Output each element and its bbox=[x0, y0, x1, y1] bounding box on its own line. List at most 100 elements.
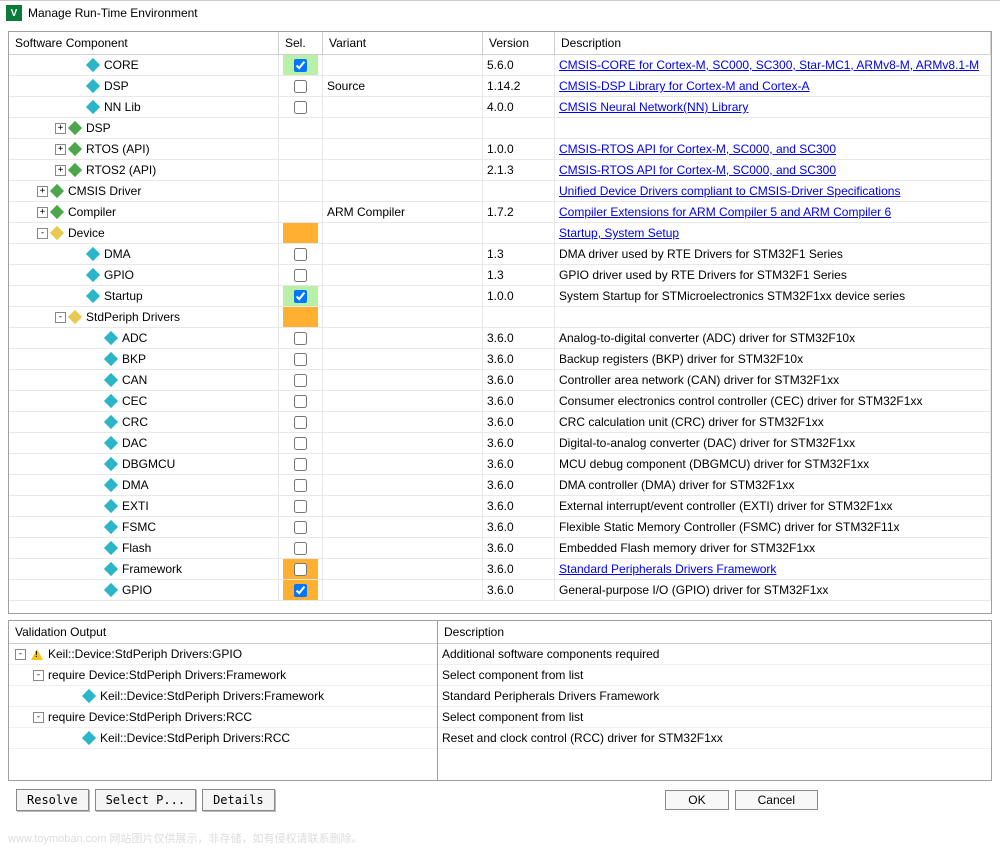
select-checkbox[interactable] bbox=[294, 500, 307, 513]
grid-body[interactable]: CORE5.6.0CMSIS-CORE for Cortex-M, SC000,… bbox=[9, 55, 991, 613]
component-row[interactable]: Flash3.6.0Embedded Flash memory driver f… bbox=[9, 538, 991, 559]
expand-icon[interactable]: + bbox=[55, 165, 66, 176]
variant-cell bbox=[323, 349, 483, 369]
component-row[interactable]: CEC3.6.0Consumer electronics control con… bbox=[9, 391, 991, 412]
select-checkbox[interactable] bbox=[294, 479, 307, 492]
component-row[interactable]: CRC3.6.0CRC calculation unit (CRC) drive… bbox=[9, 412, 991, 433]
cancel-button[interactable]: Cancel bbox=[735, 790, 818, 810]
variant-cell: ARM Compiler bbox=[323, 202, 483, 222]
component-icon bbox=[68, 142, 82, 156]
component-name: DSP bbox=[86, 121, 111, 135]
select-checkbox[interactable] bbox=[294, 542, 307, 555]
select-checkbox[interactable] bbox=[294, 437, 307, 450]
component-row[interactable]: GPIO3.6.0General-purpose I/O (GPIO) driv… bbox=[9, 580, 991, 601]
component-row[interactable]: +RTOS (API)1.0.0CMSIS-RTOS API for Corte… bbox=[9, 139, 991, 160]
component-row[interactable]: GPIO1.3GPIO driver used by RTE Drivers f… bbox=[9, 265, 991, 286]
expand-icon[interactable]: + bbox=[55, 123, 66, 134]
description-link[interactable]: CMSIS-RTOS API for Cortex-M, SC000, and … bbox=[559, 142, 836, 156]
component-row[interactable]: +CompilerARM Compiler1.7.2Compiler Exten… bbox=[9, 202, 991, 223]
component-row[interactable]: -StdPeriph Drivers bbox=[9, 307, 991, 328]
description-link[interactable]: Startup, System Setup bbox=[559, 226, 679, 240]
col-header-version[interactable]: Version bbox=[483, 32, 555, 54]
component-icon bbox=[104, 583, 118, 597]
ok-button[interactable]: OK bbox=[665, 790, 728, 810]
select-checkbox[interactable] bbox=[294, 59, 307, 72]
description-link[interactable]: Standard Peripherals Drivers Framework bbox=[559, 562, 776, 576]
select-checkbox[interactable] bbox=[294, 353, 307, 366]
validation-row[interactable]: Keil::Device:StdPeriph Drivers:RCC bbox=[9, 728, 437, 749]
select-checkbox[interactable] bbox=[294, 269, 307, 282]
component-icon bbox=[86, 58, 100, 72]
expand-icon[interactable]: + bbox=[55, 144, 66, 155]
col-header-variant[interactable]: Variant bbox=[323, 32, 483, 54]
col-header-description[interactable]: Description bbox=[555, 32, 991, 54]
collapse-icon[interactable]: - bbox=[33, 712, 44, 723]
component-row[interactable]: +CMSIS DriverUnified Device Drivers comp… bbox=[9, 181, 991, 202]
component-row[interactable]: -DeviceStartup, System Setup bbox=[9, 223, 991, 244]
component-row[interactable]: Framework3.6.0Standard Peripherals Drive… bbox=[9, 559, 991, 580]
component-row[interactable]: +RTOS2 (API)2.1.3CMSIS-RTOS API for Cort… bbox=[9, 160, 991, 181]
select-checkbox[interactable] bbox=[294, 290, 307, 303]
description-link[interactable]: CMSIS-CORE for Cortex-M, SC000, SC300, S… bbox=[559, 58, 979, 72]
description-body[interactable]: Additional software components requiredS… bbox=[438, 644, 991, 780]
description-link[interactable]: CMSIS Neural Network(NN) Library bbox=[559, 100, 748, 114]
description-link[interactable]: CMSIS-RTOS API for Cortex-M, SC000, and … bbox=[559, 163, 836, 177]
component-row[interactable]: CAN3.6.0Controller area network (CAN) dr… bbox=[9, 370, 991, 391]
component-row[interactable]: DMA1.3DMA driver used by RTE Drivers for… bbox=[9, 244, 991, 265]
select-checkbox[interactable] bbox=[294, 101, 307, 114]
description-link[interactable]: Compiler Extensions for ARM Compiler 5 a… bbox=[559, 205, 891, 219]
validation-row[interactable]: -require Device:StdPeriph Drivers:Framew… bbox=[9, 665, 437, 686]
resolve-button[interactable]: Resolve bbox=[16, 789, 89, 811]
component-row[interactable]: BKP3.6.0Backup registers (BKP) driver fo… bbox=[9, 349, 991, 370]
select-checkbox[interactable] bbox=[294, 458, 307, 471]
select-checkbox[interactable] bbox=[294, 374, 307, 387]
description-cell: System Startup for STMicroelectronics ST… bbox=[555, 286, 991, 306]
variant-cell bbox=[323, 160, 483, 180]
description-link[interactable]: Unified Device Drivers compliant to CMSI… bbox=[559, 184, 900, 198]
component-row[interactable]: NN Lib4.0.0CMSIS Neural Network(NN) Libr… bbox=[9, 97, 991, 118]
select-checkbox[interactable] bbox=[294, 416, 307, 429]
validation-row[interactable]: -Keil::Device:StdPeriph Drivers:GPIO bbox=[9, 644, 437, 665]
select-checkbox[interactable] bbox=[294, 332, 307, 345]
component-row[interactable]: CORE5.6.0CMSIS-CORE for Cortex-M, SC000,… bbox=[9, 55, 991, 76]
warning-icon bbox=[30, 647, 44, 661]
expand-icon[interactable]: + bbox=[37, 207, 48, 218]
collapse-icon[interactable]: - bbox=[55, 312, 66, 323]
variant-cell bbox=[323, 517, 483, 537]
variant-cell bbox=[323, 181, 483, 201]
component-row[interactable]: DBGMCU3.6.0MCU debug component (DBGMCU) … bbox=[9, 454, 991, 475]
validation-row[interactable]: -require Device:StdPeriph Drivers:RCC bbox=[9, 707, 437, 728]
col-header-sel[interactable]: Sel. bbox=[279, 32, 323, 54]
component-row[interactable]: EXTI3.6.0External interrupt/event contro… bbox=[9, 496, 991, 517]
select-checkbox[interactable] bbox=[294, 80, 307, 93]
component-row[interactable]: DSPSource1.14.2CMSIS-DSP Library for Cor… bbox=[9, 76, 991, 97]
details-button[interactable]: Details bbox=[202, 789, 275, 811]
variant-cell bbox=[323, 55, 483, 75]
grid-header: Software Component Sel. Variant Version … bbox=[9, 32, 991, 55]
select-checkbox[interactable] bbox=[294, 248, 307, 261]
select-checkbox[interactable] bbox=[294, 563, 307, 576]
col-header-component[interactable]: Software Component bbox=[9, 32, 279, 54]
expand-icon[interactable]: + bbox=[37, 186, 48, 197]
component-row[interactable]: DMA3.6.0DMA controller (DMA) driver for … bbox=[9, 475, 991, 496]
component-row[interactable]: FSMC3.6.0Flexible Static Memory Controll… bbox=[9, 517, 991, 538]
component-row[interactable]: + DSP bbox=[9, 118, 991, 139]
select-packs-button[interactable]: Select P... bbox=[95, 789, 196, 811]
description-cell: Flexible Static Memory Controller (FSMC)… bbox=[555, 517, 991, 537]
collapse-icon[interactable]: - bbox=[33, 670, 44, 681]
collapse-icon[interactable]: - bbox=[15, 649, 26, 660]
select-checkbox[interactable] bbox=[294, 584, 307, 597]
component-row[interactable]: Startup1.0.0System Startup for STMicroel… bbox=[9, 286, 991, 307]
validation-body[interactable]: -Keil::Device:StdPeriph Drivers:GPIO-req… bbox=[9, 644, 437, 780]
select-checkbox[interactable] bbox=[294, 395, 307, 408]
variant-cell bbox=[323, 139, 483, 159]
description-cell: External interrupt/event controller (EXT… bbox=[555, 496, 991, 516]
description-link[interactable]: CMSIS-DSP Library for Cortex-M and Corte… bbox=[559, 79, 810, 93]
component-row[interactable]: ADC3.6.0Analog-to-digital converter (ADC… bbox=[9, 328, 991, 349]
collapse-icon[interactable]: - bbox=[37, 228, 48, 239]
select-checkbox[interactable] bbox=[294, 521, 307, 534]
component-row[interactable]: DAC3.6.0Digital-to-analog converter (DAC… bbox=[9, 433, 991, 454]
validation-desc: Additional software components required bbox=[438, 644, 991, 665]
validation-row[interactable]: Keil::Device:StdPeriph Drivers:Framework bbox=[9, 686, 437, 707]
version-cell: 3.6.0 bbox=[483, 391, 555, 411]
